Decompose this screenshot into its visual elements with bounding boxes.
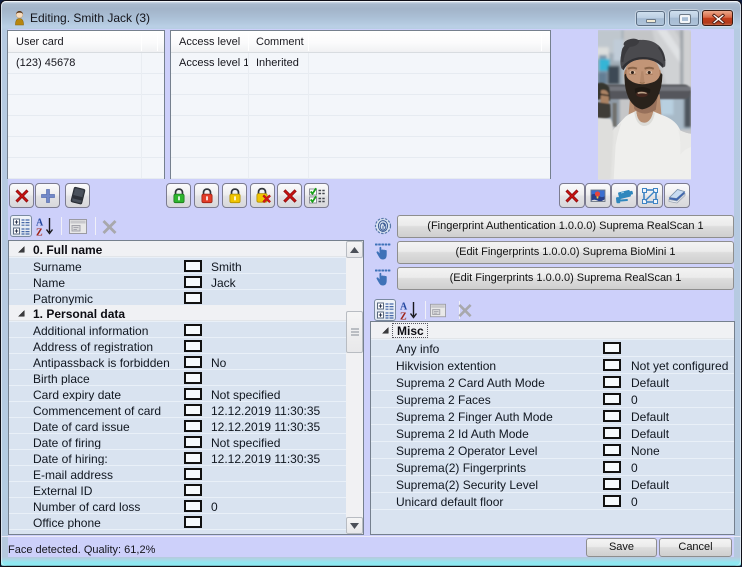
svg-text:Z: Z <box>400 312 407 322</box>
svg-text:Z: Z <box>36 228 43 238</box>
